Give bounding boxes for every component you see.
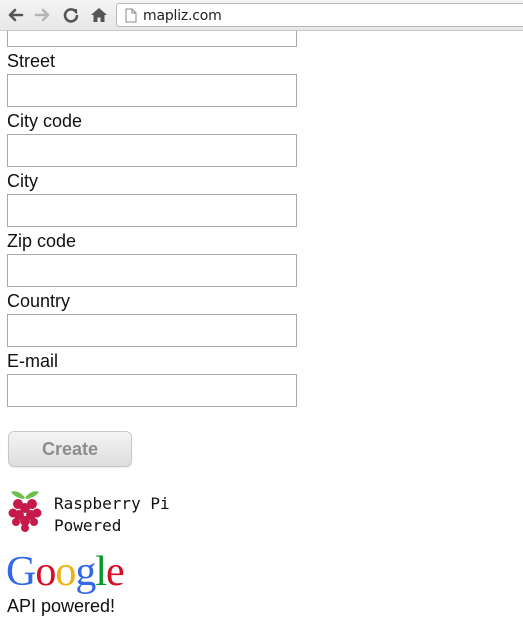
- country-input[interactable]: [7, 314, 297, 347]
- url-text: mapliz.com: [143, 8, 222, 24]
- create-button[interactable]: Create: [8, 431, 132, 467]
- rpi-line-1: Raspberry Pi: [54, 494, 170, 513]
- address-bar[interactable]: mapliz.com: [116, 3, 523, 27]
- email-input[interactable]: [7, 374, 297, 407]
- api-powered-text: API powered!: [7, 596, 116, 616]
- google-letter: G: [6, 549, 36, 595]
- google-letter: e: [106, 549, 125, 595]
- raspberry-pi-icon: [8, 491, 42, 532]
- google-letter: l: [95, 549, 107, 595]
- street-input[interactable]: [7, 74, 297, 107]
- reload-icon: [63, 8, 79, 23]
- reload-button[interactable]: [60, 5, 82, 25]
- city-label: City: [7, 171, 38, 191]
- page-icon: [125, 8, 137, 23]
- city-code-label: City code: [7, 111, 83, 131]
- home-button[interactable]: [88, 5, 110, 25]
- city-code-input[interactable]: [7, 134, 297, 167]
- zip-code-input[interactable]: [7, 254, 297, 287]
- google-letter: g: [75, 549, 96, 595]
- raspberry-pi-powered-text: Raspberry Pi Powered: [54, 493, 170, 537]
- google-letter: o: [55, 549, 76, 595]
- google-letter: o: [35, 549, 56, 595]
- forward-arrow-icon: [34, 8, 50, 22]
- forward-button[interactable]: [32, 5, 54, 25]
- browser-toolbar: mapliz.com: [0, 0, 523, 31]
- street-label: Street: [7, 51, 56, 71]
- zip-code-label: Zip code: [7, 231, 77, 251]
- back-arrow-icon: [8, 8, 24, 22]
- email-label: E-mail: [7, 351, 59, 371]
- country-label: Country: [7, 291, 71, 311]
- home-icon: [91, 8, 107, 22]
- google-logo: Google: [6, 549, 125, 595]
- rpi-line-2: Powered: [54, 516, 122, 535]
- back-button[interactable]: [4, 5, 26, 25]
- city-input[interactable]: [7, 194, 297, 227]
